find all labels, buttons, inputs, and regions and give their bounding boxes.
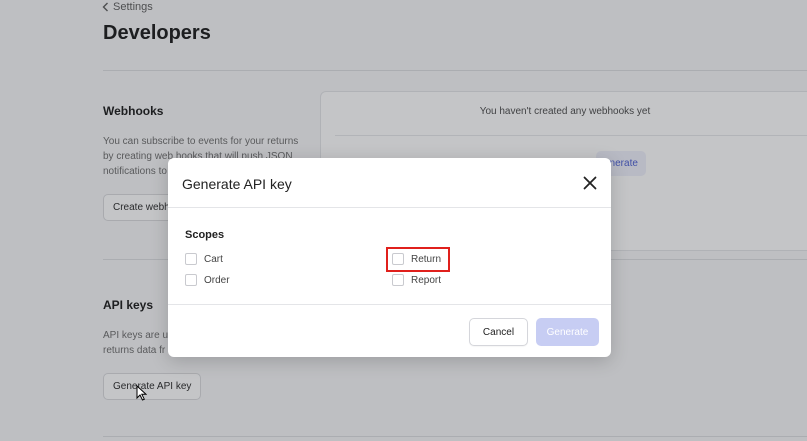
close-icon — [583, 176, 597, 190]
generate-button[interactable]: Generate — [536, 318, 599, 346]
scope-report[interactable]: Report — [392, 274, 441, 286]
scope-cart[interactable]: Cart — [185, 253, 223, 265]
dialog-header-divider — [168, 207, 611, 208]
scope-checkbox[interactable] — [185, 274, 197, 286]
scopes-label: Scopes — [185, 229, 225, 241]
dialog-title: Generate API key — [182, 176, 292, 192]
dialog-footer-divider — [168, 304, 611, 305]
scope-checkbox[interactable] — [185, 253, 197, 265]
close-button[interactable] — [581, 174, 599, 192]
scope-checkbox[interactable] — [392, 274, 404, 286]
scope-label: Cart — [204, 253, 223, 265]
scope-order[interactable]: Order — [185, 274, 230, 286]
scope-label: Report — [411, 274, 442, 286]
mouse-pointer-icon — [136, 385, 147, 401]
generate-api-key-dialog: Generate API key Scopes Cart Return Orde… — [168, 158, 611, 357]
scope-label: Order — [204, 274, 230, 286]
highlight-box — [386, 247, 450, 272]
cancel-button[interactable]: Cancel — [469, 318, 528, 346]
